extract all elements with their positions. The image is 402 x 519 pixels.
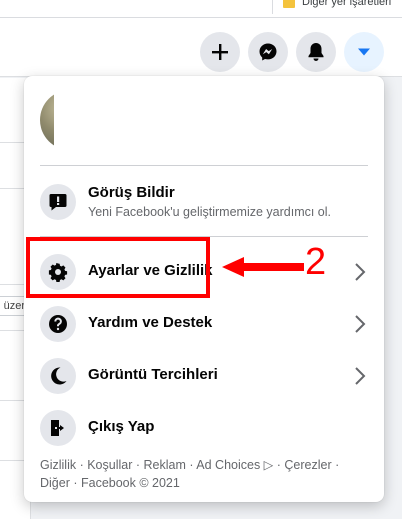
display-preferences-item[interactable]: Görüntü Tercihleri <box>32 350 376 400</box>
caret-down-icon <box>358 48 370 56</box>
messenger-icon <box>259 43 277 61</box>
messenger-button[interactable] <box>248 32 288 72</box>
log-out-label: Çıkış Yap <box>88 418 155 435</box>
display-preferences-label: Görüntü Tercihleri <box>88 366 218 383</box>
annotation-step-number: 2 <box>305 241 327 283</box>
top-navbar <box>0 18 402 77</box>
annotation-highlight-box <box>26 237 210 298</box>
give-feedback-item[interactable]: Görüş Bildir Yeni Facebook'u geliştirmem… <box>32 174 376 232</box>
feedback-icon <box>49 194 67 211</box>
help-support-label: Yardım ve Destek <box>88 314 213 331</box>
annotation-arrow-icon <box>222 257 304 277</box>
log-out-item[interactable]: Çıkış Yap <box>32 402 376 452</box>
help-icon-circle <box>40 306 76 342</box>
help-icon <box>49 315 67 333</box>
divider <box>40 165 368 166</box>
feedback-title: Görüş Bildir <box>88 184 175 201</box>
other-bookmarks-link[interactable]: Diğer yer işaretleri <box>302 0 391 8</box>
moon-icon <box>51 367 67 385</box>
footer-line-1[interactable]: Gizlilik · Koşullar · Reklam · Ad Choice… <box>40 456 370 474</box>
bookmarks-bar: Diğer yer işaretleri <box>0 0 402 18</box>
notifications-button[interactable] <box>296 32 336 72</box>
chevron-right-icon <box>355 367 366 385</box>
logout-icon <box>51 420 64 436</box>
redacted-profile-name <box>54 88 134 154</box>
footer-links: Gizlilik · Koşullar · Reklam · Ad Choice… <box>40 456 370 492</box>
create-button[interactable] <box>200 32 240 72</box>
chevron-right-icon <box>355 315 366 333</box>
feedback-subtitle: Yeni Facebook'u geliştirmemize yardımcı … <box>88 205 331 219</box>
feedback-icon-circle <box>40 184 76 220</box>
chevron-right-icon <box>355 263 366 281</box>
account-menu-button[interactable] <box>344 32 384 72</box>
bell-icon <box>308 43 324 61</box>
folder-icon <box>283 0 295 8</box>
bookmarks-separator <box>272 0 273 14</box>
footer-line-2[interactable]: Diğer · Facebook © 2021 <box>40 474 370 492</box>
moon-icon-circle <box>40 358 76 394</box>
logout-icon-circle <box>40 410 76 446</box>
help-support-item[interactable]: Yardım ve Destek <box>32 298 376 348</box>
plus-icon <box>212 44 228 60</box>
